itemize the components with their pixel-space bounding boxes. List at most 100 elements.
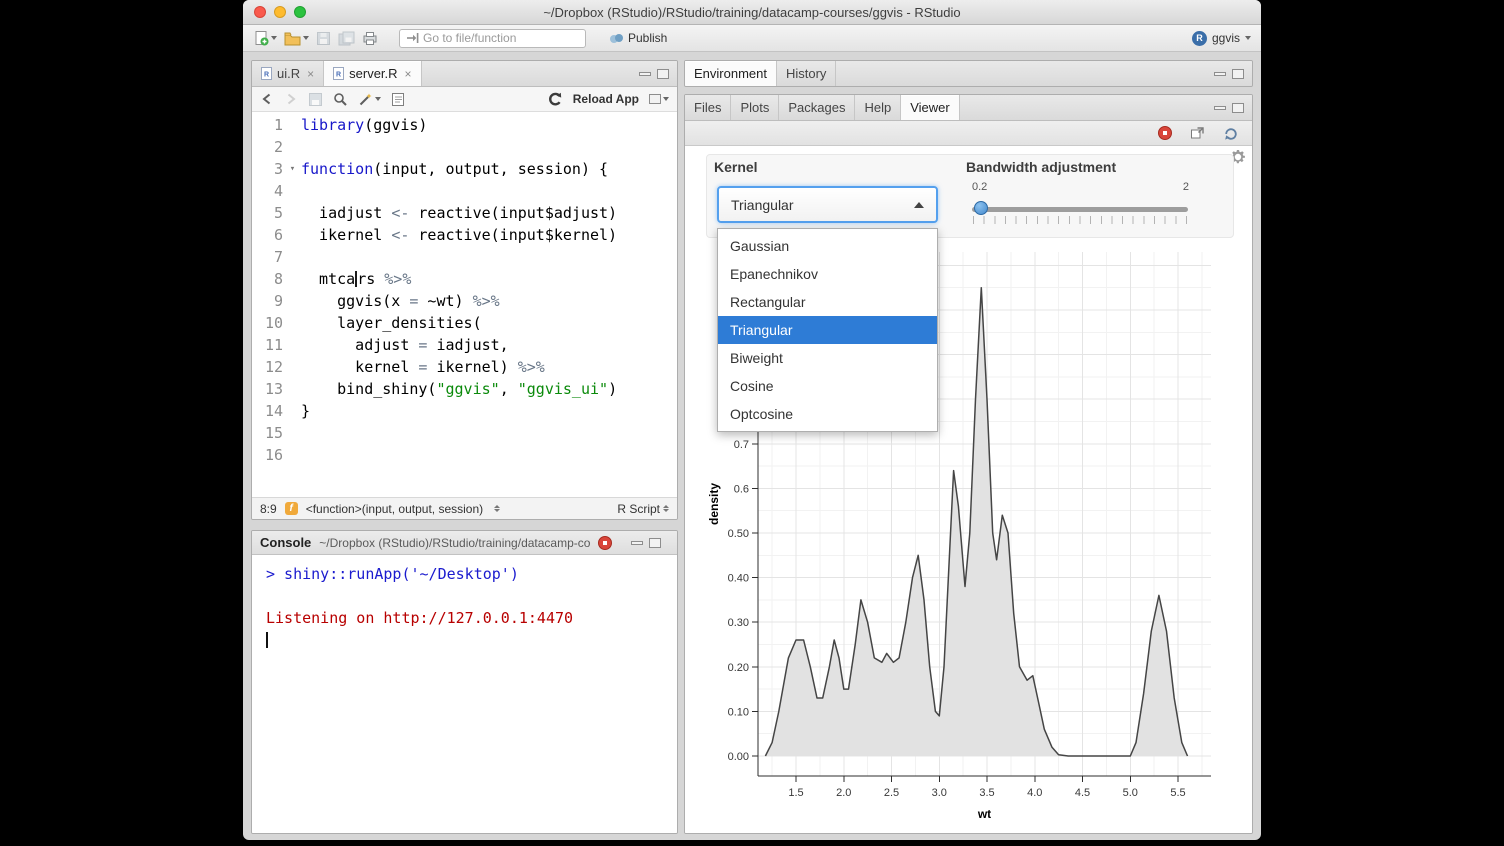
tab-viewer[interactable]: Viewer [901,95,960,120]
bandwidth-slider-handle[interactable] [974,201,988,215]
file-type-selector[interactable]: R Script [617,502,660,516]
kernel-option-rectangular[interactable]: Rectangular [718,288,937,316]
maximize-pane-button[interactable] [649,538,661,548]
svg-text:2.5: 2.5 [884,787,899,799]
kernel-option-gaussian[interactable]: Gaussian [718,232,937,260]
project-name: ggvis [1212,31,1240,45]
tab-environment[interactable]: Environment [685,61,777,86]
minimize-pane-button[interactable] [631,541,643,545]
svg-text:5.5: 5.5 [1170,787,1185,799]
svg-text:R: R [336,72,341,79]
editor-statusbar: 8:9 f <function>(input, output, session)… [252,497,677,519]
kernel-select[interactable]: Triangular [717,186,938,223]
find-icon[interactable] [333,92,348,107]
r-file-icon: R [261,67,272,80]
tab-files[interactable]: Files [685,95,731,120]
minimize-pane-button[interactable] [1214,72,1226,76]
svg-text:1.5: 1.5 [788,787,803,799]
kernel-option-optcosine[interactable]: Optcosine [718,400,937,428]
save-all-button[interactable] [338,31,355,46]
pane-menu-caret-icon [663,97,669,101]
zoom-window-button[interactable] [294,6,306,18]
kernel-dropdown: Gaussian Epanechnikov Rectangular Triang… [717,228,938,432]
titlebar: ~/Dropbox (RStudio)/RStudio/training/dat… [243,0,1261,25]
code-editor[interactable]: 1 library(ggvis)2 3▾function(input, outp… [252,112,677,497]
back-icon[interactable] [260,92,274,106]
reload-app-button[interactable]: Reload App [573,92,639,106]
svg-text:4.0: 4.0 [1027,787,1042,799]
svg-text:0.50: 0.50 [728,528,749,540]
stop-app-icon[interactable] [1158,126,1172,140]
stop-icon[interactable] [598,536,612,550]
svg-text:0.30: 0.30 [728,617,749,629]
goto-arrow-icon [406,32,419,44]
compile-report-icon[interactable] [391,92,405,107]
reload-app-icon[interactable] [547,92,563,107]
svg-text:3.0: 3.0 [932,787,947,799]
console-pane: Console ~/Dropbox (RStudio)/RStudio/trai… [251,530,678,834]
open-file-button[interactable] [284,31,309,46]
console-header[interactable]: Console ~/Dropbox (RStudio)/RStudio/trai… [252,531,677,555]
open-in-new-window-icon[interactable] [1190,126,1205,140]
minimize-window-button[interactable] [274,6,286,18]
maximize-pane-button[interactable] [657,69,669,79]
editor-toolbar: Reload App [252,87,677,112]
maximize-pane-button[interactable] [1232,103,1244,113]
svg-text:4.5: 4.5 [1075,787,1090,799]
tab-label: server.R [349,66,397,81]
svg-text:0.20: 0.20 [728,662,749,674]
bandwidth-slider-track[interactable] [972,207,1188,212]
refresh-icon[interactable] [1223,126,1238,141]
slider-max-label: 2 [1179,181,1189,193]
print-button[interactable] [362,31,378,46]
console-output[interactable]: > shiny::runApp('~/Desktop') Listening o… [252,555,677,833]
new-file-caret-icon [271,36,277,40]
close-window-button[interactable] [254,6,266,18]
bandwidth-label: Bandwidth adjustment [966,159,1116,175]
tab-ui-r[interactable]: R ui.R × [252,61,324,86]
svg-text:0.40: 0.40 [728,573,749,585]
scope-selector[interactable]: <function>(input, output, session) [306,502,483,516]
close-tab-icon[interactable]: × [405,67,412,81]
project-caret-icon [1245,36,1251,40]
cursor-position: 8:9 [260,502,277,516]
open-folder-icon [284,31,301,46]
kernel-option-epanechnikov[interactable]: Epanechnikov [718,260,937,288]
open-file-caret-icon [303,36,309,40]
kernel-option-biweight[interactable]: Biweight [718,344,937,372]
bandwidth-slider-ticks [973,216,1187,224]
print-icon [362,31,378,46]
tab-history[interactable]: History [777,61,836,86]
viewer-pane: Files Plots Packages Help Viewer Ker [684,94,1253,834]
magic-wand-icon [358,92,373,107]
rstudio-window: ~/Dropbox (RStudio)/RStudio/training/dat… [243,0,1261,840]
code-tools-button[interactable] [358,92,381,107]
kernel-option-triangular[interactable]: Triangular [718,316,937,344]
goto-file-input[interactable] [423,31,573,45]
minimize-pane-button[interactable] [1214,106,1226,110]
new-file-button[interactable] [253,30,277,46]
publish-button[interactable]: Publish [609,31,667,45]
save-button[interactable] [316,31,331,46]
svg-text:R: R [264,72,269,79]
console-title: Console [260,535,311,550]
code-tools-caret-icon [375,97,381,101]
kernel-option-cosine[interactable]: Cosine [718,372,937,400]
save-icon [316,31,331,46]
traffic-lights [254,6,306,18]
tab-packages[interactable]: Packages [779,95,855,120]
source-pane-menu-button[interactable] [649,94,669,104]
minimize-pane-button[interactable] [639,72,651,76]
tab-plots[interactable]: Plots [731,95,779,120]
maximize-pane-button[interactable] [1232,69,1244,79]
project-selector[interactable]: R ggvis [1192,31,1251,46]
tab-server-r[interactable]: R server.R × [324,61,421,86]
forward-icon[interactable] [284,92,298,106]
tab-label: Environment [694,66,767,81]
tab-label: Viewer [910,100,950,115]
close-tab-icon[interactable]: × [307,67,314,81]
viewer-toolbar [685,121,1252,146]
save-file-icon[interactable] [308,92,323,107]
desktop-background: ~/Dropbox (RStudio)/RStudio/training/dat… [0,0,1504,846]
tab-help[interactable]: Help [855,95,901,120]
